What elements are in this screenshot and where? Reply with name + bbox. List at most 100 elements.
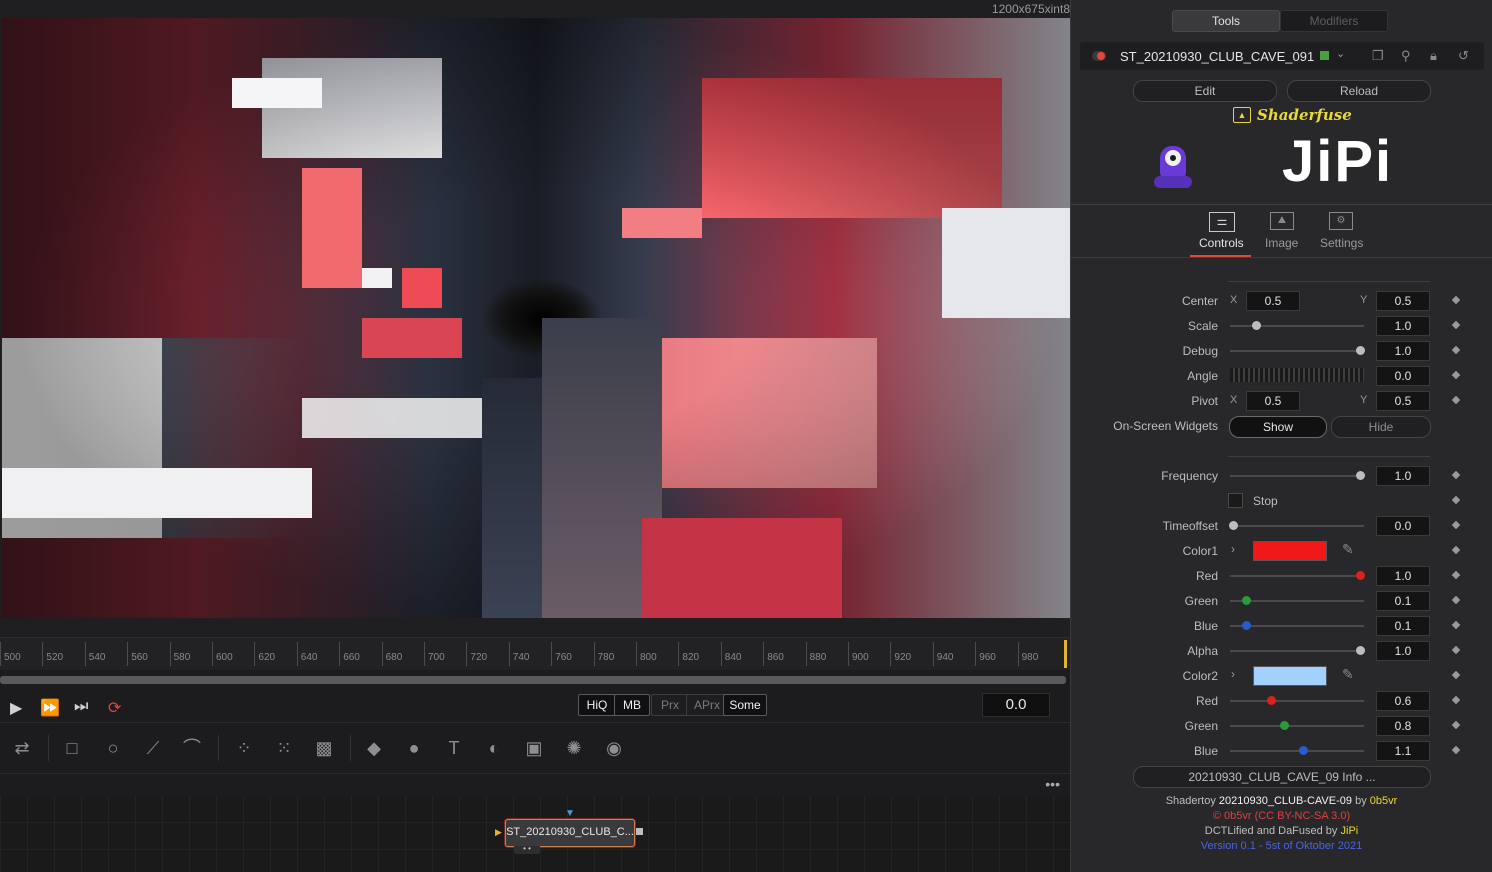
blue2-slider-knob[interactable] — [1299, 746, 1308, 755]
light-3d-icon[interactable]: ✺ — [562, 737, 586, 759]
edit-button[interactable]: Edit — [1133, 80, 1277, 102]
color1-expand-chevron-icon[interactable]: › — [1231, 542, 1235, 556]
angle-thumbwheel[interactable] — [1230, 368, 1364, 382]
debug-slider[interactable] — [1230, 350, 1364, 352]
lock-icon[interactable]: 🔒︎ — [1430, 48, 1437, 64]
blue1-slider-knob[interactable] — [1242, 621, 1251, 630]
blue1-field[interactable]: 0.1 — [1376, 616, 1430, 636]
alpha-field[interactable]: 1.0 — [1376, 641, 1430, 661]
ellipse-mask-icon[interactable]: ○ — [101, 737, 125, 759]
credits-version[interactable]: Version 0.1 - 5st of Oktober 2021 — [1071, 839, 1492, 854]
reset-icon[interactable]: ↺ — [1458, 48, 1469, 64]
aprx-button[interactable]: APrx — [686, 694, 728, 716]
brand-label[interactable]: Shaderfuse — [1257, 106, 1352, 124]
center-x-field[interactable]: 0.5 — [1246, 291, 1300, 311]
text-3d-icon[interactable]: T — [442, 737, 466, 759]
pivot-x-field[interactable]: 0.5 — [1246, 391, 1300, 411]
hiq-button[interactable]: HiQ — [578, 694, 616, 716]
particle-style-icon[interactable]: ▩ — [312, 737, 336, 759]
tab-controls[interactable]: Controls — [1199, 236, 1244, 250]
image-tab-icon[interactable]: ⛰ — [1270, 212, 1294, 230]
angle-field[interactable]: 0.0 — [1376, 366, 1430, 386]
bspline-mask-icon[interactable]: ⌒ — [180, 737, 204, 759]
color1-swatch[interactable] — [1253, 541, 1327, 561]
red2-field[interactable]: 0.6 — [1376, 691, 1430, 711]
frequency-slider[interactable] — [1230, 475, 1364, 477]
credits-shader-title[interactable]: 20210930_CLUB-CAVE-09 — [1219, 795, 1352, 807]
hide-widgets-button[interactable]: Hide — [1331, 416, 1431, 438]
red2-slider-knob[interactable] — [1267, 696, 1276, 705]
chevron-down-icon[interactable]: ⌄ — [1336, 47, 1345, 60]
alpha-slider-knob[interactable] — [1356, 646, 1365, 655]
tool-color-swatch[interactable] — [1320, 51, 1329, 60]
info-button[interactable]: 20210930_CLUB_CAVE_09 Info ... — [1133, 766, 1431, 788]
green2-field[interactable]: 0.8 — [1376, 716, 1430, 736]
scale-slider-knob[interactable] — [1252, 321, 1261, 330]
timeoffset-slider[interactable] — [1230, 525, 1364, 527]
alpha-slider[interactable] — [1230, 650, 1364, 652]
pin-icon[interactable]: ⚲ — [1401, 48, 1411, 64]
tool-toggle[interactable] — [1092, 51, 1106, 61]
loop-icon[interactable]: ⟳ — [108, 698, 121, 718]
some-button[interactable]: Some — [723, 694, 767, 716]
show-widgets-button[interactable]: Show — [1229, 416, 1327, 438]
prx-button[interactable]: Prx — [651, 694, 689, 716]
transform-tool-icon[interactable]: ⇄ — [10, 737, 34, 759]
polygon-mask-icon[interactable]: ⟋ — [141, 737, 165, 759]
green2-slider-knob[interactable] — [1280, 721, 1289, 730]
credits-jipi-link[interactable]: JiPi — [1341, 825, 1359, 837]
green2-slider[interactable] — [1230, 725, 1364, 727]
more-options-icon[interactable]: ••• — [1045, 776, 1060, 792]
time-ruler[interactable]: 500 520 540 560 580 600 620 640 660 680 700 720 740 7… — [0, 637, 1070, 670]
timeoffset-slider-knob[interactable] — [1229, 521, 1238, 530]
red1-slider[interactable] — [1230, 575, 1364, 577]
rectangle-mask-icon[interactable]: □ — [60, 737, 84, 759]
blue2-field[interactable]: 1.1 — [1376, 741, 1430, 761]
play-icon[interactable]: ▶ — [10, 698, 22, 718]
color2-swatch[interactable] — [1253, 666, 1327, 686]
debug-slider-knob[interactable] — [1356, 346, 1365, 355]
credits-author-link[interactable]: 0b5vr — [1370, 795, 1398, 807]
timeoffset-field[interactable]: 0.0 — [1376, 516, 1430, 536]
tab-modifiers[interactable]: Modifiers — [1280, 10, 1388, 32]
mb-button[interactable]: MB — [614, 694, 650, 716]
current-time-field[interactable]: 0.0 — [982, 693, 1050, 717]
playhead[interactable] — [1064, 640, 1067, 668]
render-image[interactable] — [2, 18, 1070, 618]
frequency-slider-knob[interactable] — [1356, 471, 1365, 480]
red1-field[interactable]: 1.0 — [1376, 566, 1430, 586]
scale-slider[interactable] — [1230, 325, 1364, 327]
color2-expand-chevron-icon[interactable]: › — [1231, 667, 1235, 681]
controls-tab-icon[interactable]: ⚌ — [1209, 212, 1235, 232]
node-output-square[interactable] — [636, 828, 643, 835]
fast-forward-icon[interactable]: ⏩ — [40, 698, 60, 718]
settings-tab-icon[interactable]: ⚙ — [1329, 212, 1353, 230]
particle-render-icon[interactable]: ⁙ — [272, 737, 296, 759]
red2-slider[interactable] — [1230, 700, 1364, 702]
renderer-3d-icon[interactable]: ◉ — [602, 737, 626, 759]
debug-field[interactable]: 1.0 — [1376, 341, 1430, 361]
scale-field[interactable]: 1.0 — [1376, 316, 1430, 336]
blue2-slider[interactable] — [1230, 750, 1364, 752]
timeline-scrollbar[interactable] — [0, 676, 1066, 684]
pivot-y-field[interactable]: 0.5 — [1376, 391, 1430, 411]
color1-eyedropper-icon[interactable]: ✎ — [1342, 541, 1354, 558]
skip-to-end-icon[interactable]: ⏭ — [74, 698, 88, 716]
green1-slider-knob[interactable] — [1242, 596, 1251, 605]
tab-image[interactable]: Image — [1265, 236, 1298, 250]
color2-eyedropper-icon[interactable]: ✎ — [1342, 666, 1354, 683]
tab-settings[interactable]: Settings — [1320, 236, 1363, 250]
shape-3d-icon[interactable]: ● — [402, 737, 426, 759]
stop-checkbox[interactable] — [1228, 493, 1243, 508]
green1-field[interactable]: 0.1 — [1376, 591, 1430, 611]
reload-button[interactable]: Reload — [1287, 80, 1431, 102]
versions-icon[interactable]: ❐ — [1372, 48, 1384, 64]
image-plane-3d-icon[interactable]: ◆ — [362, 737, 386, 759]
center-y-field[interactable]: 0.5 — [1376, 291, 1430, 311]
merge-3d-icon[interactable]: ◐ — [482, 737, 506, 759]
frequency-field[interactable]: 1.0 — [1376, 466, 1430, 486]
tab-tools[interactable]: Tools — [1172, 10, 1280, 32]
red1-slider-knob[interactable] — [1356, 571, 1365, 580]
particle-emitter-icon[interactable]: ⁘ — [232, 737, 256, 759]
camera-3d-icon[interactable]: ▣ — [522, 737, 546, 759]
